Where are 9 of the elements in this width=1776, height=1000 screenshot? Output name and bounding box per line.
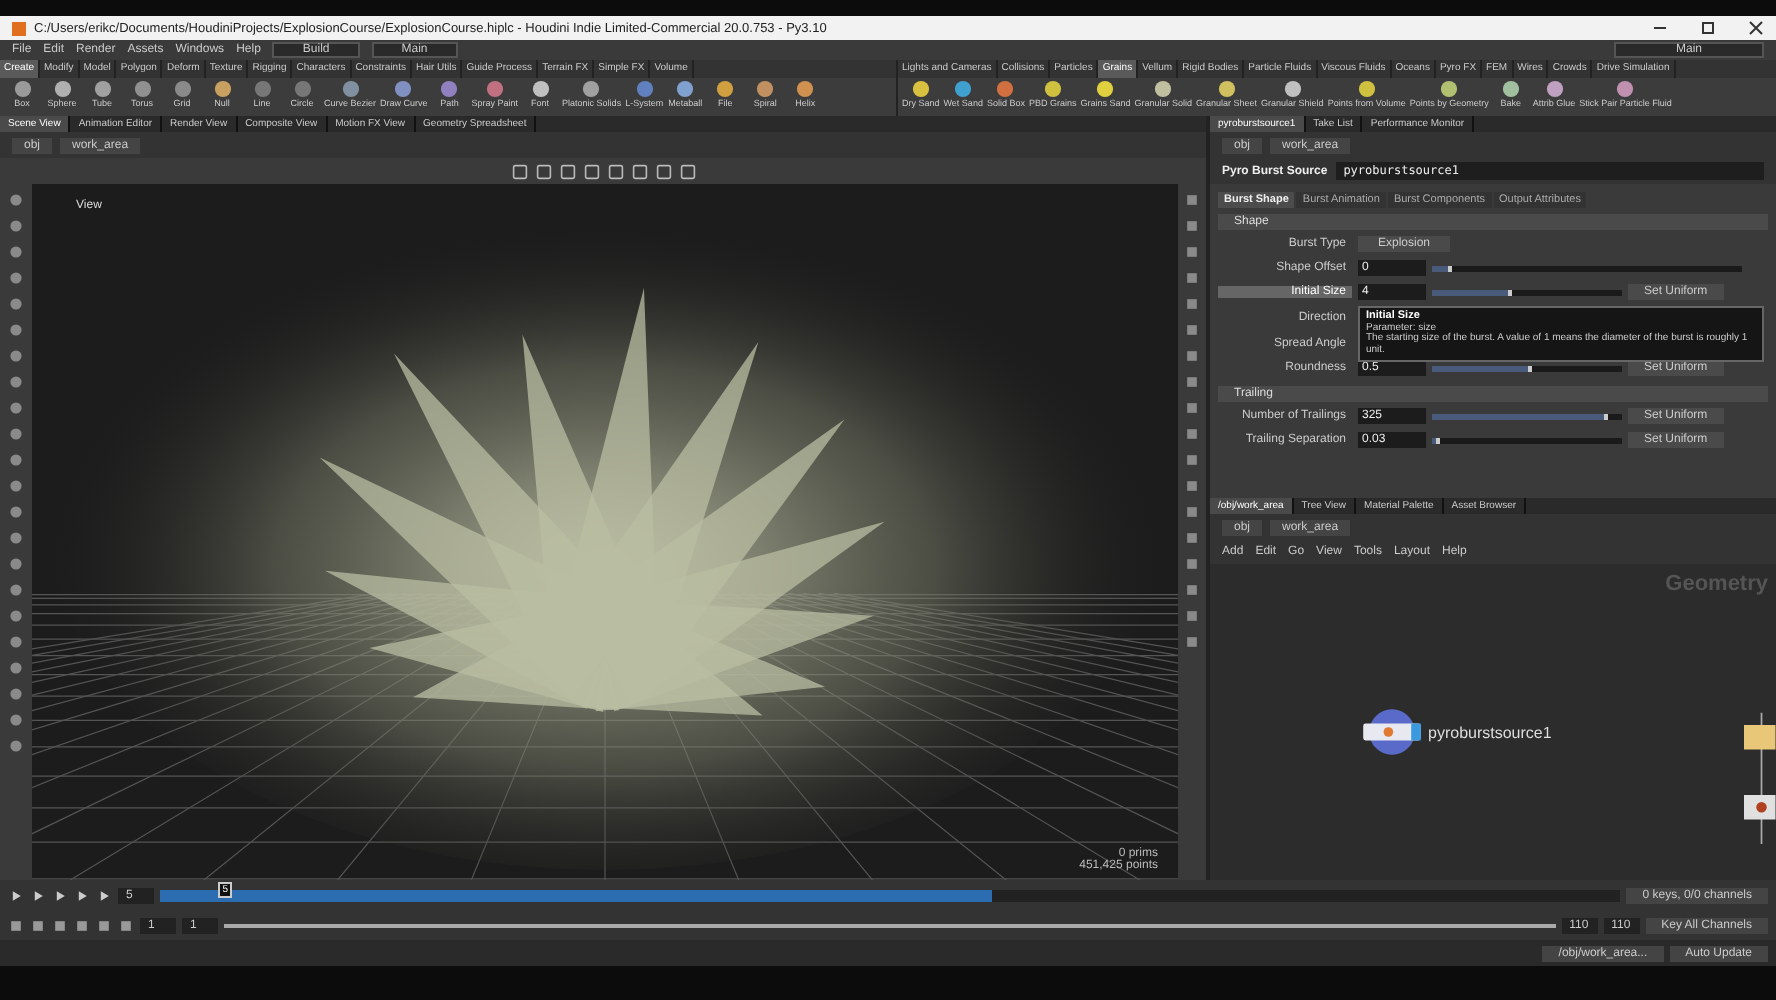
slider-track[interactable] <box>1432 365 1622 371</box>
app-icon <box>12 21 26 35</box>
node-label: pyroburstsource1 <box>1428 723 1552 741</box>
slider-track[interactable] <box>1432 265 1742 271</box>
maximize-icon[interactable] <box>1700 20 1716 36</box>
close-icon[interactable] <box>1748 20 1764 36</box>
slider-track[interactable] <box>1432 289 1622 295</box>
node-icon[interactable] <box>1362 708 1422 756</box>
slider-track[interactable] <box>1432 437 1622 443</box>
